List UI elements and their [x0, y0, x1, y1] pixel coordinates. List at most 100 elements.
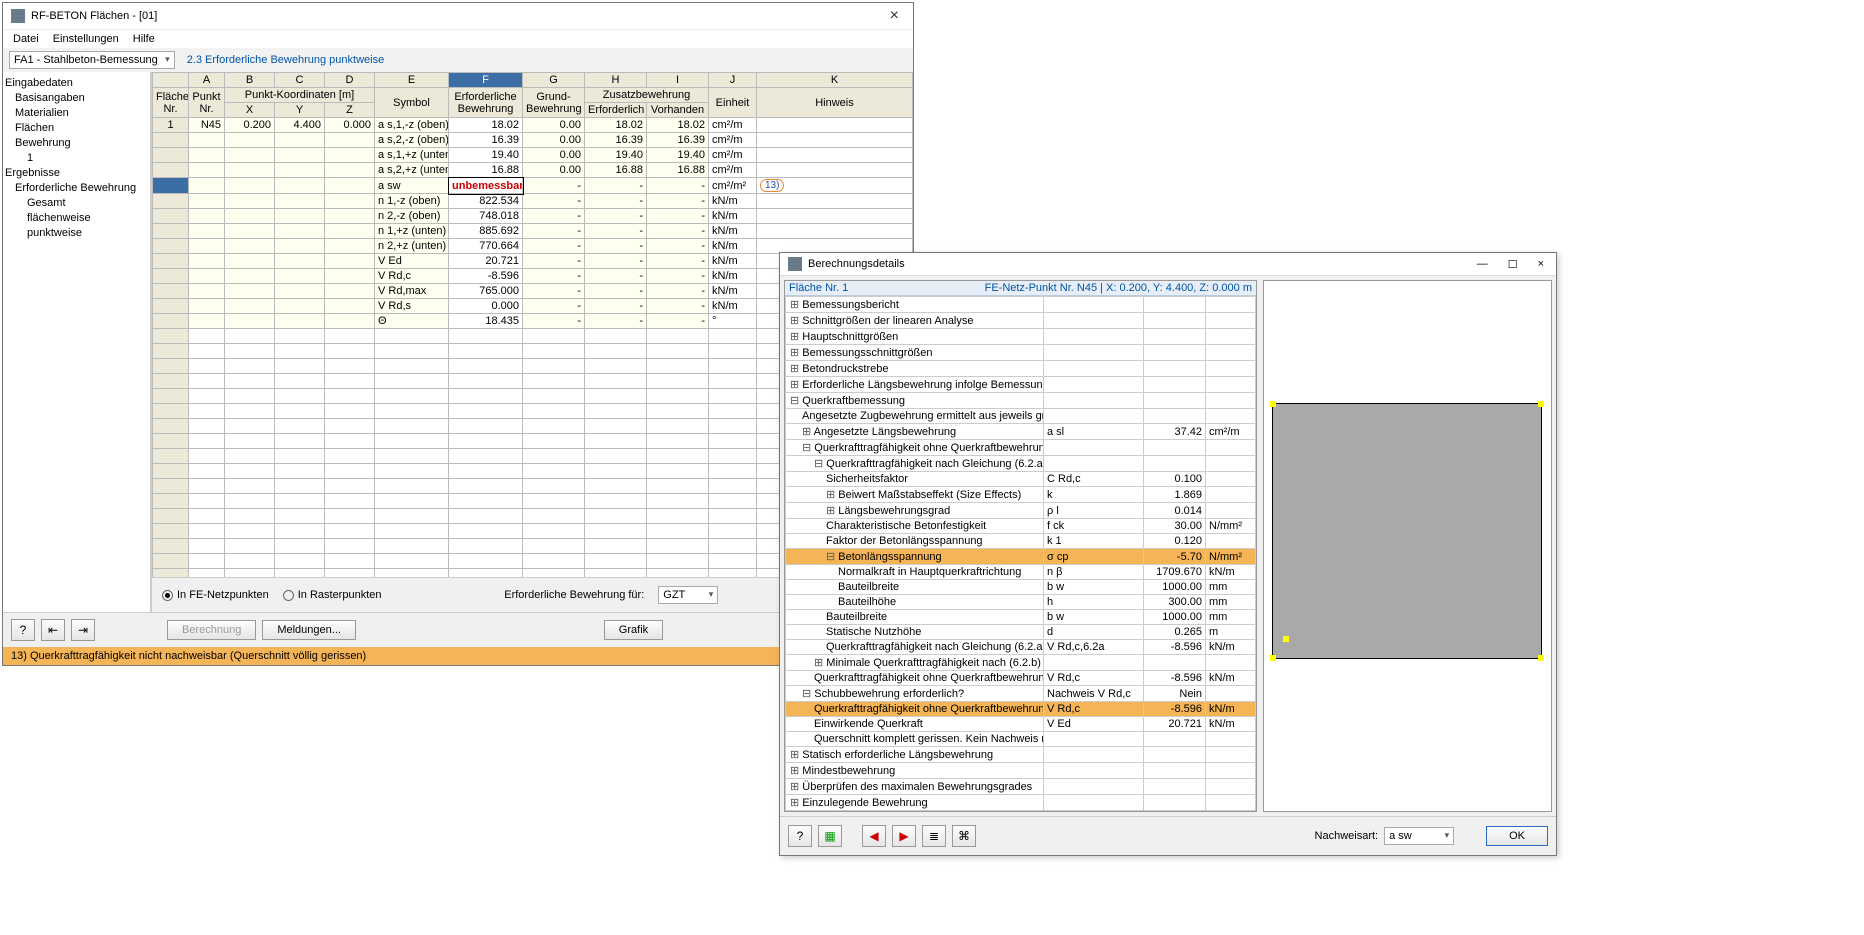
grid-cell[interactable]	[325, 239, 375, 254]
grid-cell[interactable]	[153, 163, 189, 178]
grid-cell[interactable]: -	[585, 194, 647, 209]
preview-pane[interactable]	[1263, 280, 1552, 812]
menu-file[interactable]: Datei	[13, 33, 39, 45]
grid-cell[interactable]	[757, 163, 913, 178]
grid-cell[interactable]: 748.018	[449, 209, 523, 224]
tree-row[interactable]: Statische Nutzhöhe	[786, 625, 1044, 640]
grid-cell[interactable]: -	[523, 299, 585, 314]
grid-cell[interactable]	[325, 224, 375, 239]
grid-cell[interactable]: -	[647, 299, 709, 314]
tree-row[interactable]: Minimale Querkrafttragfähigkeit nach (6.…	[786, 655, 1044, 671]
grid-cell[interactable]	[325, 299, 375, 314]
grid-cell[interactable]: n 1,-z (oben)	[375, 194, 449, 209]
grid-cell[interactable]: kN/m	[709, 284, 757, 299]
grid-cell[interactable]	[225, 194, 275, 209]
grid-cell[interactable]	[153, 254, 189, 269]
grid-cell[interactable]: 4.400	[275, 118, 325, 133]
grid-cell[interactable]: cm²/m	[709, 118, 757, 133]
grid-cell[interactable]	[757, 148, 913, 163]
grid-cell[interactable]: 0.200	[225, 118, 275, 133]
grid-cell[interactable]: a s,1,-z (oben)	[375, 118, 449, 133]
grid-cell[interactable]: -	[585, 284, 647, 299]
grid-cell[interactable]: V Rd,max	[375, 284, 449, 299]
grid-cell[interactable]	[225, 284, 275, 299]
grid-cell[interactable]	[325, 194, 375, 209]
col-D[interactable]: D	[325, 73, 375, 88]
grid-cell[interactable]: N45	[189, 118, 225, 133]
grid-cell[interactable]: n 2,+z (unten)	[375, 239, 449, 254]
tree-row[interactable]: Betonlängsspannung	[786, 549, 1044, 565]
grid-cell[interactable]	[225, 224, 275, 239]
tree-row[interactable]: Beiwert Maßstabseffekt (Size Effects)	[786, 487, 1044, 503]
grid-cell[interactable]: 0.00	[523, 118, 585, 133]
radio-fe-points[interactable]: In FE-Netzpunkten	[162, 589, 269, 601]
grid-cell[interactable]: n 1,+z (unten)	[375, 224, 449, 239]
grid-cell[interactable]: a s,2,-z (oben)	[375, 133, 449, 148]
grid-cell[interactable]: 0.000	[449, 299, 523, 314]
tree-row[interactable]: Einzulegende Bewehrung	[786, 795, 1044, 811]
grid-cell[interactable]: -	[647, 224, 709, 239]
grid-cell[interactable]: Θ	[375, 314, 449, 329]
tree-row[interactable]: Bauteilhöhe	[786, 595, 1044, 610]
list-icon[interactable]: ≣	[922, 825, 946, 847]
excel-icon[interactable]: ▦	[818, 825, 842, 847]
grid-cell[interactable]: kN/m	[709, 194, 757, 209]
grid-cell[interactable]: -	[585, 269, 647, 284]
grid-cell[interactable]: 20.721	[449, 254, 523, 269]
grid-cell[interactable]: -	[523, 239, 585, 254]
grid-cell[interactable]	[153, 194, 189, 209]
grid-cell[interactable]	[153, 284, 189, 299]
col-F[interactable]: F	[449, 73, 523, 88]
grid-cell[interactable]	[325, 209, 375, 224]
grid-cell[interactable]: -	[585, 299, 647, 314]
grid-cell[interactable]: 19.40	[449, 148, 523, 163]
grid-cell[interactable]: -	[585, 254, 647, 269]
grid-cell[interactable]: 18.02	[449, 118, 523, 133]
col-H[interactable]: H	[585, 73, 647, 88]
grid-cell[interactable]: -	[523, 178, 585, 194]
grid-cell[interactable]: -	[585, 209, 647, 224]
grid-cell[interactable]: kN/m	[709, 299, 757, 314]
grid-cell[interactable]: a s,2,+z (unten)	[375, 163, 449, 178]
grid-cell[interactable]: -	[523, 209, 585, 224]
grid-cell[interactable]	[153, 178, 189, 194]
grid-cell[interactable]: -	[585, 239, 647, 254]
col-K[interactable]: K	[757, 73, 913, 88]
tree-gesamt[interactable]: Gesamt	[5, 196, 148, 211]
grid-cell[interactable]: -	[647, 269, 709, 284]
col-I[interactable]: I	[647, 73, 709, 88]
grid-cell[interactable]: 0.000	[325, 118, 375, 133]
grid-cell[interactable]	[153, 239, 189, 254]
grid-cell[interactable]	[189, 284, 225, 299]
grid-cell[interactable]	[757, 209, 913, 224]
grid-cell[interactable]: kN/m	[709, 239, 757, 254]
tree-row[interactable]: Charakteristische Betonfestigkeit	[786, 519, 1044, 534]
grid-cell[interactable]	[275, 178, 325, 194]
grid-cell[interactable]: 765.000	[449, 284, 523, 299]
grid-cell[interactable]	[189, 163, 225, 178]
grid-cell[interactable]	[153, 133, 189, 148]
grid-cell[interactable]	[275, 314, 325, 329]
grid-cell[interactable]: -	[647, 284, 709, 299]
grid-cell[interactable]	[275, 299, 325, 314]
grid-cell[interactable]	[225, 314, 275, 329]
grid-cell[interactable]	[189, 299, 225, 314]
grid-cell[interactable]	[189, 209, 225, 224]
detail-tree[interactable]: BemessungsberichtSchnittgrößen der linea…	[785, 296, 1256, 811]
grid-cell[interactable]	[189, 178, 225, 194]
close-icon[interactable]: ×	[884, 7, 905, 25]
grid-cell[interactable]: 19.40	[647, 148, 709, 163]
grid-cell[interactable]: 770.664	[449, 239, 523, 254]
grid-cell[interactable]: kN/m	[709, 224, 757, 239]
tree-row[interactable]: Erforderliche Längsbewehrung infolge Bem…	[786, 377, 1044, 393]
tree-row[interactable]: Angesetzte Längsbewehrung	[786, 424, 1044, 440]
btn-messages[interactable]: Meldungen...	[262, 620, 356, 640]
grid-cell[interactable]: 19.40	[585, 148, 647, 163]
grid-cell[interactable]	[153, 314, 189, 329]
grid-cell[interactable]: -	[647, 194, 709, 209]
tree-row[interactable]: Angesetzte Zugbewehrung ermittelt aus je…	[786, 409, 1044, 424]
grid-cell[interactable]: -	[585, 314, 647, 329]
tree-punktweise[interactable]: punktweise	[5, 226, 148, 241]
col-G[interactable]: G	[523, 73, 585, 88]
grid-cell[interactable]: -	[523, 254, 585, 269]
